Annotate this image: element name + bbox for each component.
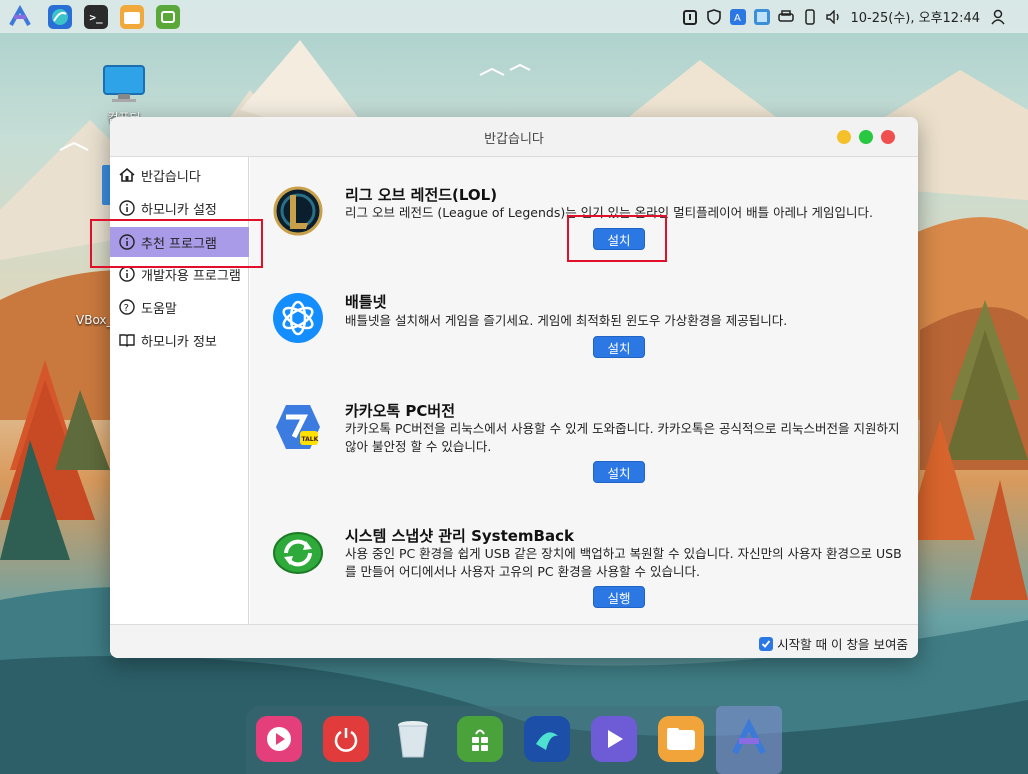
media-player-icon[interactable] (256, 716, 302, 762)
window-titlebar[interactable]: 반갑습니다 (110, 117, 918, 157)
translate-icon[interactable]: A (730, 8, 747, 25)
video-player-icon[interactable] (591, 716, 637, 762)
kakaotalk-icon: TALK (272, 401, 324, 453)
svg-text:?: ? (124, 303, 129, 314)
program-title: 시스템 스냅샷 관리 SystemBack (345, 527, 574, 545)
mint-update-icon[interactable] (156, 5, 180, 29)
clipboard-icon[interactable] (682, 9, 698, 25)
printer-icon[interactable] (778, 9, 795, 25)
svg-text:TALK: TALK (302, 436, 319, 443)
check-icon (759, 636, 774, 651)
program-description: 카카오톡 PC버전을 리눅스에서 사용할 수 있게 도와줍니다. 카카오톡은 공… (345, 421, 900, 454)
show-on-startup-label: 시작할 때 이 창을 보여줌 (777, 637, 908, 652)
battlenet-icon (272, 292, 324, 344)
sidebar-item-label: 하모니카 정보 (141, 334, 217, 350)
harmonica-icon[interactable] (726, 716, 772, 762)
league-of-legends-icon (272, 185, 324, 237)
power-icon[interactable] (323, 716, 369, 762)
sidebar-item-about[interactable]: 하모니카 정보 (110, 326, 249, 354)
trash-icon[interactable] (390, 716, 436, 762)
terminal-icon[interactable]: >_ (84, 5, 108, 29)
info-icon (119, 266, 135, 282)
help-icon: ? (119, 299, 135, 315)
program-title: 리그 오브 레전드(LOL) (345, 186, 498, 204)
maximize-button[interactable] (859, 130, 873, 144)
system-tray: A 10-25(수), 오후12:44 (674, 0, 1028, 33)
window-footer: 시작할 때 이 창을 보여줌 (110, 624, 918, 658)
show-on-startup-checkbox[interactable]: 시작할 때 이 창을 보여줌 (759, 634, 908, 653)
network-icon[interactable] (754, 8, 771, 25)
desktop-computer-icon[interactable]: 컴퓨터 (98, 64, 150, 125)
program-description: 사용 중인 PC 환경을 쉽게 USB 같은 장치에 백업하고 복원할 수 있습… (345, 546, 902, 579)
sidebar-item-label: 반갑습니다 (141, 169, 201, 185)
top-panel: >_ A 10-25(수), 오후12:44 (0, 0, 1028, 33)
program-description: 배틀넷을 설치해서 게임을 즐기세요. 게임에 최적화된 윈도우 가상환경을 제… (345, 313, 788, 328)
install-button[interactable]: 설치 (593, 336, 645, 358)
web-browser-icon[interactable] (48, 5, 72, 29)
sidebar-item-help[interactable]: ? 도움말 (110, 293, 249, 321)
user-icon[interactable] (990, 9, 1006, 25)
sidebar-item-harmonica-settings[interactable]: 하모니카 설정 (110, 194, 249, 222)
welcome-window: 반갑습니다 반갑습니다 하모니카 설정 추천 프로그램 개발자용 프로그램 ? … (110, 117, 918, 658)
info-icon (119, 200, 135, 216)
file-manager-icon[interactable] (120, 5, 144, 29)
sidebar-item-welcome[interactable]: 반갑습니다 (110, 161, 249, 189)
panel-clock[interactable]: 10-25(수), 오후12:44 (850, 7, 980, 26)
highlight-box-sidebar (90, 219, 263, 268)
volume-icon[interactable] (826, 9, 842, 25)
run-button[interactable]: 실행 (593, 586, 645, 608)
program-title: 배틀넷 (345, 293, 387, 311)
phone-icon[interactable] (802, 8, 818, 25)
app-store-icon[interactable] (457, 716, 503, 762)
sidebar-item-label: 하모니카 설정 (141, 202, 217, 218)
book-icon (119, 332, 135, 348)
close-button[interactable] (881, 130, 895, 144)
minimize-button[interactable] (837, 130, 851, 144)
sidebar-item-label: 도움말 (141, 301, 177, 317)
desktop-vbox-label: VBox_ (76, 313, 113, 327)
highlight-box-install (567, 215, 667, 262)
install-button[interactable]: 설치 (593, 461, 645, 483)
file-manager-icon[interactable] (658, 716, 704, 762)
shield-icon[interactable] (706, 8, 722, 25)
window-title: 반갑습니다 (484, 132, 544, 147)
systemback-icon (272, 527, 324, 579)
app-menu-icon[interactable] (8, 5, 32, 29)
web-browser-icon[interactable] (524, 716, 570, 762)
svg-text:A: A (734, 13, 741, 24)
program-title: 카카오톡 PC버전 (345, 402, 456, 420)
dock (246, 706, 782, 774)
home-icon (119, 167, 135, 183)
